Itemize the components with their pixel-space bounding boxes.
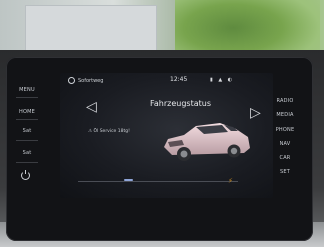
service-warning: ⚠ Öl Service 18tg!	[88, 129, 130, 134]
power-icon[interactable]	[21, 170, 30, 180]
divider	[16, 97, 38, 98]
phone-button[interactable]: PHONE	[272, 127, 298, 133]
set-button[interactable]: SET	[272, 169, 298, 175]
page-title: Fahrzeugstatus	[150, 99, 211, 108]
left-button-3[interactable]: Sat	[10, 128, 44, 134]
status-text: Sofortweg	[78, 78, 104, 84]
status-bar: Sofortweg	[68, 77, 103, 84]
home-button[interactable]: HOME	[10, 109, 44, 115]
nav-button[interactable]: NAV	[272, 141, 298, 147]
left-button-4[interactable]: Sat	[10, 150, 44, 156]
warning-icon: ⚡	[228, 177, 233, 185]
divider	[16, 119, 38, 120]
divider	[16, 162, 38, 163]
menu-button[interactable]: MENU	[10, 87, 44, 93]
radio-button[interactable]: RADIO	[272, 98, 298, 104]
status-icons: ▮ ▲ ◐	[210, 77, 235, 83]
car-button[interactable]: CAR	[272, 155, 298, 161]
divider	[16, 140, 38, 141]
media-button[interactable]: MEDIA	[272, 112, 298, 118]
car-image	[164, 123, 250, 161]
previous-arrow-icon[interactable]: ◁	[86, 100, 97, 114]
clock: 12:45	[170, 76, 188, 83]
service-text: Öl Service 18tg!	[93, 129, 130, 134]
display-screen: Sofortweg 12:45 ▮ ▲ ◐ ◁ ▷ Fahrzeugstatus…	[60, 73, 273, 198]
scroll-track	[78, 181, 238, 182]
nav-status-icon	[68, 77, 75, 84]
page-indicator	[124, 179, 133, 181]
